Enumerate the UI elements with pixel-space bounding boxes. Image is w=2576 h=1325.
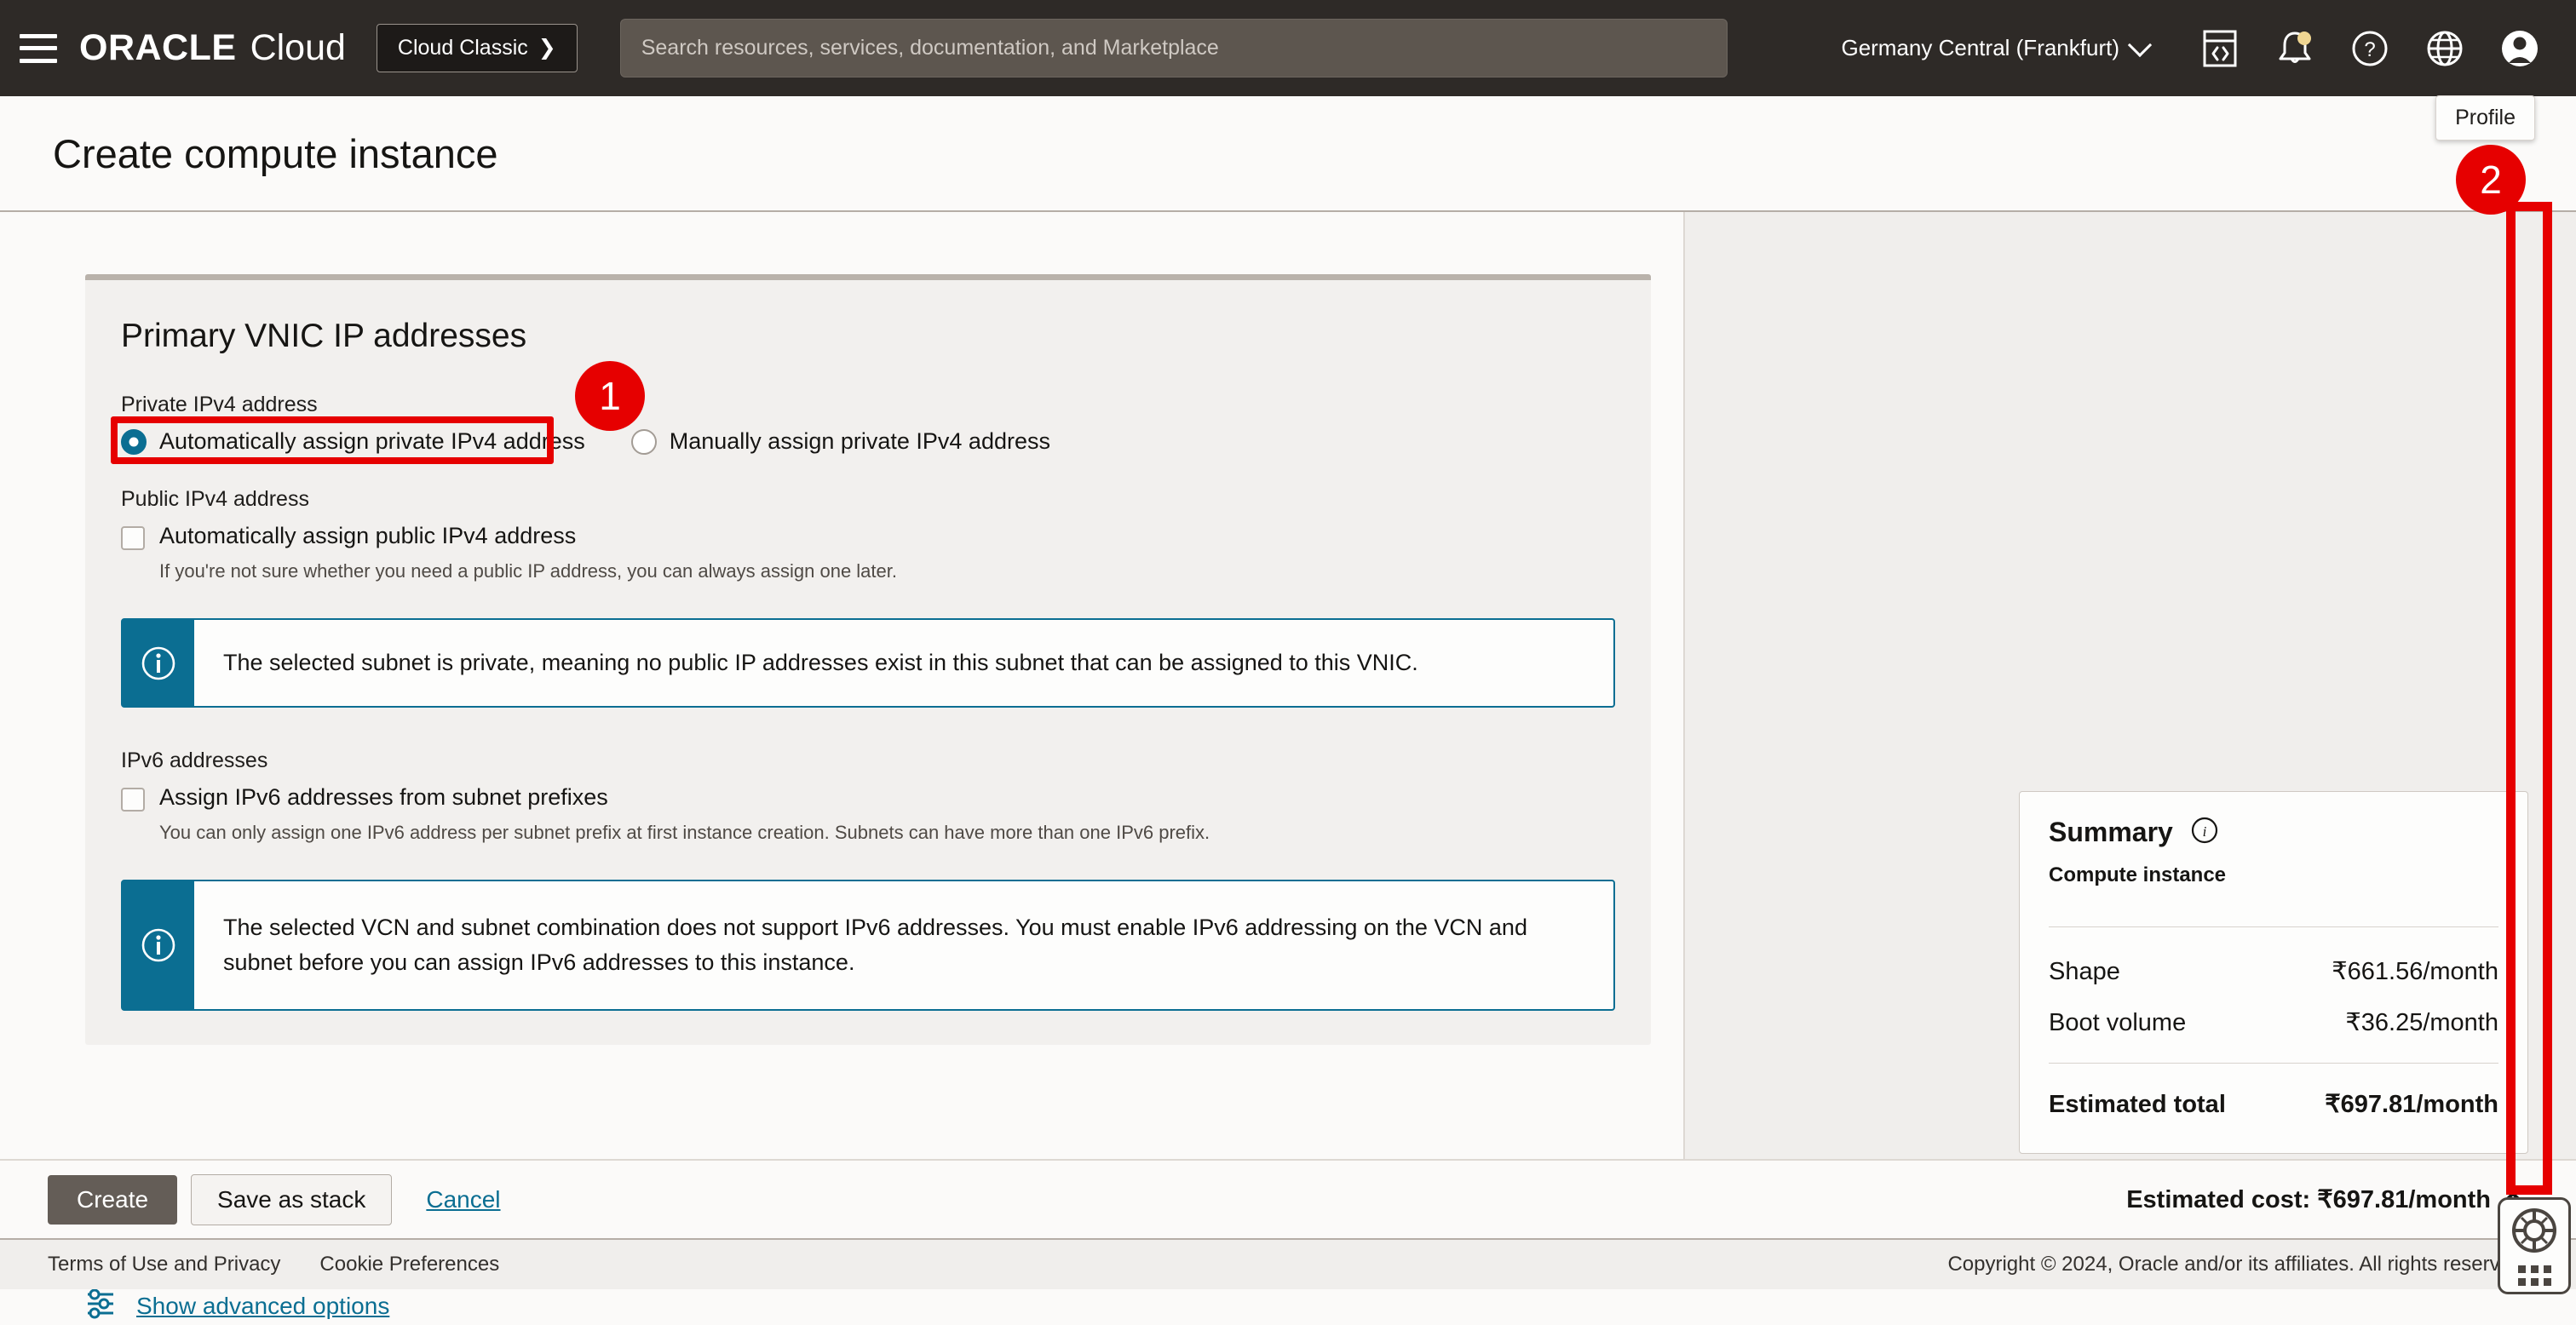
page-body: Primary VNIC IP addresses Private IPv4 a… — [0, 212, 2576, 1319]
info-circle-icon — [123, 881, 194, 1010]
oracle-cloud-logo[interactable]: ORACLE Cloud — [79, 27, 346, 69]
radio-selected-icon — [121, 428, 147, 455]
code-editor-icon[interactable] — [2196, 25, 2244, 72]
profile-avatar-icon[interactable]: Profile — [2435, 25, 2544, 141]
oracle-wordmark: ORACLE — [79, 27, 237, 68]
search-input[interactable] — [641, 36, 1706, 60]
profile-tooltip: Profile — [2435, 95, 2535, 141]
summary-row-label: Shape — [2049, 958, 2120, 985]
summary-row-value: ₹661.56/month — [2332, 958, 2498, 985]
page-footer: Terms of Use and Privacy Cookie Preferen… — [0, 1240, 2576, 1289]
notifications-bell-icon[interactable] — [2271, 25, 2319, 72]
globe-language-icon[interactable] — [2421, 25, 2469, 72]
chevron-right-icon: ❯ — [538, 36, 556, 60]
summary-row-value: ₹36.25/month — [2345, 1009, 2498, 1036]
summary-total-label: Estimated total — [2049, 1091, 2226, 1118]
life-preserver-icon — [2510, 1207, 2558, 1259]
action-bar: Create Save as stack Cancel Estimated co… — [0, 1159, 2576, 1240]
chevron-down-icon — [2127, 32, 2153, 57]
sliders-settings-icon — [85, 1287, 119, 1325]
svg-text:?: ? — [2364, 38, 2375, 61]
summary-header: Summary i — [2049, 816, 2498, 849]
show-advanced-options-link[interactable]: Show advanced options — [85, 1287, 389, 1325]
region-selector[interactable]: Germany Central (Frankfurt) — [1841, 32, 2153, 61]
ipv6-label: IPv6 addresses — [121, 749, 268, 773]
region-label: Germany Central (Frankfurt) — [1841, 35, 2119, 60]
public-ipv4-banner-text: The selected subnet is private, meaning … — [223, 650, 1418, 675]
summary-estimated-total: Estimated total ₹697.81/month — [2049, 1089, 2498, 1119]
cancel-link[interactable]: Cancel — [426, 1186, 500, 1213]
summary-title: Summary — [2049, 817, 2173, 847]
summary-row-shape: Shape ₹661.56/month — [2049, 956, 2498, 986]
info-circle-icon — [123, 620, 194, 707]
summary-panel: Summary i Compute instance Shape ₹661.56… — [2019, 791, 2528, 1154]
ipv6-info-banner: The selected VCN and subnet combination … — [121, 880, 1615, 1012]
public-ipv4-checkbox[interactable] — [121, 526, 145, 550]
manually-assign-private-ipv4-radio[interactable]: Manually assign private IPv4 address — [630, 428, 1050, 455]
create-button[interactable]: Create — [48, 1174, 178, 1225]
cloud-wordmark: Cloud — [250, 27, 346, 68]
summary-row-label: Boot volume — [2049, 1009, 2187, 1036]
summary-row-boot-volume: Boot volume ₹36.25/month — [2049, 1007, 2498, 1037]
estimated-cost-label: Estimated cost: ₹697.81/month — [2126, 1186, 2491, 1213]
top-navigation-bar: ORACLE Cloud Cloud Classic ❯ Germany Cen… — [0, 0, 2576, 141]
page-title: Create compute instance — [53, 131, 498, 176]
show-advanced-options-label: Show advanced options — [136, 1292, 390, 1319]
cookie-preferences-link[interactable]: Cookie Preferences — [319, 1253, 499, 1276]
ipv6-checkbox-label: Assign IPv6 addresses from subnet prefix… — [159, 784, 608, 811]
help-support-widget[interactable] — [2498, 1197, 2571, 1294]
summary-divider-bottom — [2049, 1063, 2498, 1064]
cloud-classic-button[interactable]: Cloud Classic ❯ — [376, 24, 578, 72]
copyright-text: Copyright © 2024, Oracle and/or its affi… — [1947, 1253, 2528, 1276]
ipv6-banner-text: The selected VCN and subnet combination … — [223, 915, 1527, 976]
private-ipv4-radio-group: Automatically assign private IPv4 addres… — [121, 428, 1615, 455]
summary-total-value: ₹697.81/month — [2325, 1091, 2498, 1118]
radio-unselected-icon — [630, 428, 657, 455]
summary-subtitle: Compute instance — [2049, 863, 2227, 886]
info-circle-icon[interactable]: i — [2190, 816, 2219, 849]
primary-vnic-ip-card: Primary VNIC IP addresses Private IPv4 a… — [85, 274, 1651, 1046]
form-column: Primary VNIC IP addresses Private IPv4 a… — [0, 212, 1685, 1319]
public-ipv4-info-banner: The selected subnet is private, meaning … — [121, 618, 1615, 708]
svg-text:i: i — [2202, 823, 2206, 840]
public-ipv4-checkbox-row[interactable]: Automatically assign public IPv4 address — [121, 523, 1615, 550]
estimated-cost-toggle[interactable]: Estimated cost: ₹697.81/month — [2126, 1184, 2528, 1215]
save-as-stack-button[interactable]: Save as stack — [191, 1173, 393, 1225]
hamburger-menu-icon[interactable] — [20, 33, 57, 63]
ipv6-checkbox-row[interactable]: Assign IPv6 addresses from subnet prefix… — [121, 784, 1615, 812]
public-ipv4-label: Public IPv4 address — [121, 487, 309, 511]
global-search-box[interactable] — [619, 19, 1728, 77]
private-ipv4-label: Private IPv4 address — [121, 393, 318, 416]
public-ipv4-help-text: If you're not sure whether you need a pu… — [159, 560, 897, 582]
summary-column: Summary i Compute instance Shape ₹661.56… — [1685, 212, 2576, 1294]
top-bar-right-cluster: Germany Central (Frankfurt) ? Profile — [1841, 25, 2576, 141]
card-title: Primary VNIC IP addresses — [121, 318, 527, 354]
summary-divider-top — [2049, 926, 2498, 927]
grip-dots-handle[interactable] — [2517, 1265, 2551, 1286]
cloud-classic-label: Cloud Classic — [397, 36, 528, 60]
terms-of-use-link[interactable]: Terms of Use and Privacy — [48, 1253, 280, 1276]
radio-label: Manually assign private IPv4 address — [669, 428, 1050, 454]
radio-label: Automatically assign private IPv4 addres… — [159, 428, 585, 454]
public-ipv4-checkbox-label: Automatically assign public IPv4 address — [159, 523, 577, 548]
page-header: Create compute instance — [0, 96, 2576, 212]
help-question-icon[interactable]: ? — [2346, 25, 2394, 72]
ipv6-checkbox[interactable] — [121, 788, 145, 812]
ipv6-help-text: You can only assign one IPv6 address per… — [159, 822, 1210, 844]
automatically-assign-private-ipv4-radio[interactable]: Automatically assign private IPv4 addres… — [121, 428, 585, 455]
